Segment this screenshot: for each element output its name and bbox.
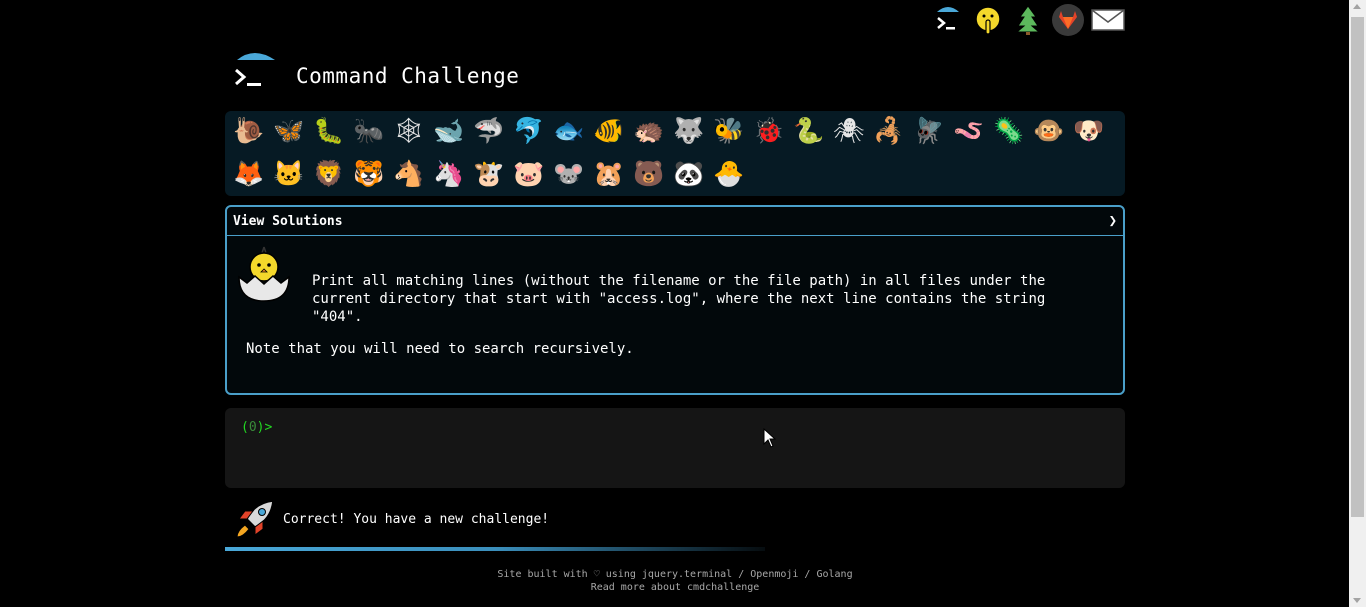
challenge-animal-icon[interactable]: 🐭	[549, 154, 589, 194]
challenge-animal-icon[interactable]: 🪰	[909, 111, 949, 151]
top-nav-icons	[928, 2, 1128, 38]
view-solutions-toggle[interactable]: View Solutions ❯	[227, 207, 1123, 236]
challenge-animal-icon[interactable]: 🐋	[429, 111, 469, 151]
challenge-animal-icon[interactable]: 🐴	[389, 154, 429, 194]
challenge-note: Note that you will need to search recurs…	[246, 341, 634, 357]
challenge-animal-icon[interactable]: 🦄	[429, 154, 469, 194]
challenge-animal-icon[interactable]: 🐟	[549, 111, 589, 151]
prompt-close: )>	[256, 420, 273, 435]
challenge-animal-icon[interactable]: 🐼	[669, 154, 709, 194]
scroll-up-arrow-icon[interactable]	[1353, 4, 1361, 9]
hatching-chick-icon	[235, 243, 293, 305]
chevron-right-icon: ❯	[1108, 213, 1117, 229]
challenge-animal-icon[interactable]: 🦠	[989, 111, 1029, 151]
challenge-animal-icon[interactable]: 🦂	[869, 111, 909, 151]
prompt-open: (	[241, 420, 249, 435]
scrollbar-thumb[interactable]	[1351, 17, 1364, 517]
tree-icon[interactable]	[1008, 2, 1048, 38]
footer: Site built with ♡ using jquery.terminal …	[225, 568, 1125, 594]
page-scrollbar[interactable]	[1349, 0, 1366, 607]
challenge-animal-icon[interactable]: 🕷	[829, 111, 869, 151]
challenge-animal-icon[interactable]: 🐜	[349, 111, 389, 151]
page-title: Command Challenge	[296, 64, 520, 88]
challenge-animal-icon[interactable]: 🦊	[229, 154, 269, 194]
challenge-animal-icon[interactable]: 🐯	[349, 154, 389, 194]
prompt-number: 0	[248, 420, 257, 435]
challenge-animal-icon[interactable]: 🐬	[509, 111, 549, 151]
challenge-animal-icon[interactable]: 🐮	[469, 154, 509, 194]
challenge-animal-icon[interactable]: 🦔	[629, 111, 669, 151]
challenge-animal-icon[interactable]: 🐶	[1069, 111, 1109, 151]
challenge-animal-icon[interactable]: 🕸	[389, 111, 429, 151]
challenge-animal-icon[interactable]: 🐣	[709, 154, 749, 194]
challenge-animal-icon[interactable]: 🐹	[589, 154, 629, 194]
status-message: Correct! You have a new challenge!	[233, 497, 549, 541]
challenge-animal-icon[interactable]: 🐌	[229, 111, 269, 151]
footer-about-link[interactable]: Read more about cmdchallenge	[225, 581, 1125, 594]
rocket-icon	[233, 497, 277, 541]
terminal-logo-icon[interactable]	[928, 2, 968, 38]
challenge-animal-icon[interactable]: 🐺	[669, 111, 709, 151]
challenge-animal-icon[interactable]: 🐱	[269, 154, 309, 194]
challenge-animal-icon[interactable]: 🐍	[789, 111, 829, 151]
footer-credits[interactable]: Site built with ♡ using jquery.terminal …	[225, 568, 1125, 581]
challenge-animal-icon[interactable]: 🦁	[309, 154, 349, 194]
challenge-animal-icon[interactable]: 🐛	[309, 111, 349, 151]
challenge-animal-icon[interactable]: 🐻	[629, 154, 669, 194]
site-logo[interactable]	[231, 50, 277, 96]
challenge-animal-icon[interactable]: 🐝	[709, 111, 749, 151]
shushing-face-icon[interactable]	[968, 2, 1008, 38]
view-solutions-label: View Solutions	[233, 213, 343, 229]
challenge-animal-icon[interactable]: 🐷	[509, 154, 549, 194]
challenge-row-1: 🐌 🦋 🐛 🐜 🕸 🐋 🦈 🐬 🐟 🐠 🦔 🐺 🐝 🐞 🐍 🕷 🦂 🪰 🪱 🦠 🐵 🐶	[229, 111, 1109, 151]
status-text: Correct! You have a new challenge!	[283, 511, 550, 527]
mouse-pointer-icon	[763, 427, 777, 452]
challenge-animal-icon[interactable]: 🐵	[1029, 111, 1069, 151]
scroll-down-arrow-icon[interactable]	[1353, 598, 1361, 603]
challenge-animal-icon[interactable]: 🪱	[949, 111, 989, 151]
envelope-icon[interactable]	[1088, 2, 1128, 38]
challenge-panel: View Solutions ❯ Print all matching line…	[225, 205, 1125, 395]
challenge-row-2: 🦊 🐱 🦁 🐯 🐴 🦄 🐮 🐷 🐭 🐹 🐻 🐼 🐣	[229, 154, 749, 194]
challenge-animal-icon[interactable]: 🐞	[749, 111, 789, 151]
challenge-animal-icon[interactable]: 🐠	[589, 111, 629, 151]
challenge-description: Print all matching lines (without the fi…	[312, 273, 1046, 325]
terminal-input[interactable]: (0)>	[225, 408, 1125, 488]
terminal-prompt: (0)>	[241, 420, 272, 435]
challenge-animal-icon[interactable]: 🦈	[469, 111, 509, 151]
progress-bar	[225, 547, 765, 551]
challenge-animal-icon[interactable]: 🦋	[269, 111, 309, 151]
gitlab-icon[interactable]	[1048, 2, 1088, 38]
challenge-icon-grid: 🐌 🦋 🐛 🐜 🕸 🐋 🦈 🐬 🐟 🐠 🦔 🐺 🐝 🐞 🐍 🕷 🦂 🪰 🪱 🦠 🐵 🐶 🦊 🐱 🦁 🐯 🐴 🦄 🐮 🐷 🐭 🐹 🐻 🐼 🐣	[225, 111, 1125, 196]
